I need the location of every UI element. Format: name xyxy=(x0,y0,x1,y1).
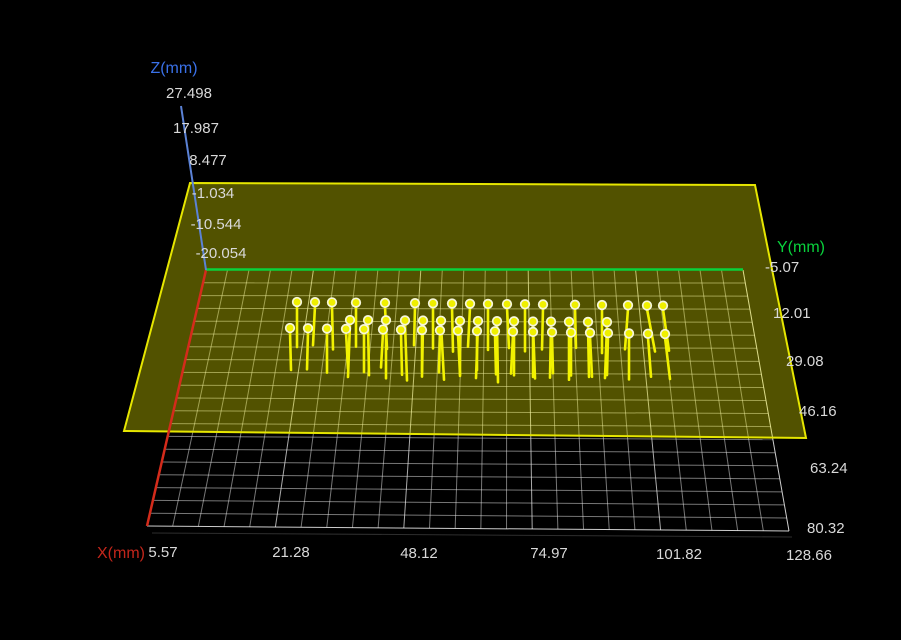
pin-stem xyxy=(573,306,578,350)
x-tick-label: 5.57 xyxy=(148,544,177,561)
grid-line-horizontal xyxy=(152,499,785,506)
x-tick-label: 74.97 xyxy=(530,545,568,562)
pin-head xyxy=(291,296,303,308)
pin-head xyxy=(395,324,407,335)
pin-head xyxy=(309,297,321,308)
y-axis-title: Y(mm) xyxy=(777,239,825,256)
pin-stem xyxy=(437,332,442,374)
pin-head xyxy=(642,328,654,339)
pin-head xyxy=(362,314,374,326)
z-tick-label: -1.034 xyxy=(192,185,235,202)
pin-head xyxy=(350,297,362,308)
y-tick-label: 29.08 xyxy=(786,353,824,370)
z-tick-label: 27.498 xyxy=(166,85,212,102)
pin-head xyxy=(326,297,338,308)
pin-head xyxy=(472,315,484,327)
pin-head xyxy=(641,300,653,311)
pin-head xyxy=(409,298,421,309)
pin-stem xyxy=(493,333,498,376)
pin-head xyxy=(596,299,608,311)
pin-head xyxy=(464,298,476,309)
x-axis-title: X(mm) xyxy=(97,545,145,562)
pin-stem xyxy=(605,335,610,377)
grid-line-horizontal xyxy=(155,487,783,493)
pin-head xyxy=(302,323,314,334)
pin-stem xyxy=(450,305,455,353)
pin-head xyxy=(471,325,483,337)
pin-head xyxy=(546,327,558,338)
pin-stem xyxy=(288,330,293,372)
y-tick-label: -5.07 xyxy=(765,259,799,276)
pin-head xyxy=(563,316,575,327)
y-tick-label: 63.24 xyxy=(810,460,848,477)
pin-stem xyxy=(550,334,555,375)
pin-head xyxy=(508,316,520,327)
pin-stem xyxy=(399,331,404,377)
grid-line-horizontal xyxy=(146,525,790,532)
pin-head xyxy=(377,324,389,335)
pin-head xyxy=(519,299,531,310)
x-tick-label: 21.28 xyxy=(272,544,310,561)
grid-line-horizontal xyxy=(158,474,780,480)
pin-head xyxy=(380,315,392,326)
pin-head xyxy=(582,316,594,328)
pin-stem xyxy=(540,306,545,351)
x-tick-label: 48.12 xyxy=(400,545,438,562)
y-tick-label: 80.32 xyxy=(807,520,845,537)
x-tick-label: 101.82 xyxy=(656,546,702,563)
pin-head xyxy=(602,327,614,339)
pin-head xyxy=(659,328,671,340)
pin-head xyxy=(399,315,411,326)
z-axis-title: Z(mm) xyxy=(150,60,197,77)
pin-head xyxy=(358,324,370,335)
pin-head xyxy=(601,316,613,328)
y-tick-label: 46.16 xyxy=(799,403,837,420)
pin-head xyxy=(491,316,503,327)
z-tick-label: 17.987 xyxy=(173,120,219,137)
pin-stem xyxy=(330,304,335,351)
grid-line-horizontal xyxy=(149,512,787,519)
pin-head xyxy=(434,325,446,336)
z-tick-label: 8.477 xyxy=(189,152,227,169)
grid-baseline-shadow xyxy=(151,532,793,538)
z-tick-label: -20.054 xyxy=(196,245,247,262)
pin-head xyxy=(622,300,634,311)
x-tick-label: 128.66 xyxy=(786,547,832,564)
pin-head xyxy=(501,298,513,310)
pin-head xyxy=(657,300,669,311)
pin-head xyxy=(527,316,539,327)
pin-head xyxy=(482,298,494,310)
pin-head xyxy=(454,315,466,327)
pin-head xyxy=(527,326,539,338)
pin-head xyxy=(427,298,439,309)
pin-head xyxy=(340,323,352,335)
pin-head xyxy=(416,324,428,336)
pin-head xyxy=(284,322,296,334)
pin-head xyxy=(435,315,447,326)
pin-head xyxy=(623,328,635,339)
pin-head xyxy=(489,326,501,337)
pin-stem xyxy=(305,330,310,371)
pin-head xyxy=(507,326,519,337)
z-tick-label: -10.544 xyxy=(191,216,242,233)
pin-head xyxy=(537,299,549,310)
plot-canvas-3d[interactable]: 5.57 21.28 48.12 74.97 101.82 128.66 X(mm) -5.0… xyxy=(0,0,901,640)
pin-stem xyxy=(412,305,417,347)
pin-head xyxy=(417,315,429,326)
viewport-3d: 5.57 21.28 48.12 74.97 101.82 128.66 X(mm) -5.0… xyxy=(0,0,901,640)
pin-head xyxy=(545,316,557,327)
pin-head xyxy=(379,297,391,309)
pin-head xyxy=(321,323,333,334)
pin-head xyxy=(584,327,596,338)
pin-head xyxy=(452,325,464,336)
pin-head xyxy=(344,314,356,326)
grid-line-horizontal xyxy=(161,461,778,467)
y-tick-label: 12.01 xyxy=(773,305,811,322)
pin-head xyxy=(569,299,581,310)
pin-head xyxy=(446,298,458,309)
pin-head xyxy=(565,327,577,338)
grid-line-horizontal xyxy=(164,448,776,454)
